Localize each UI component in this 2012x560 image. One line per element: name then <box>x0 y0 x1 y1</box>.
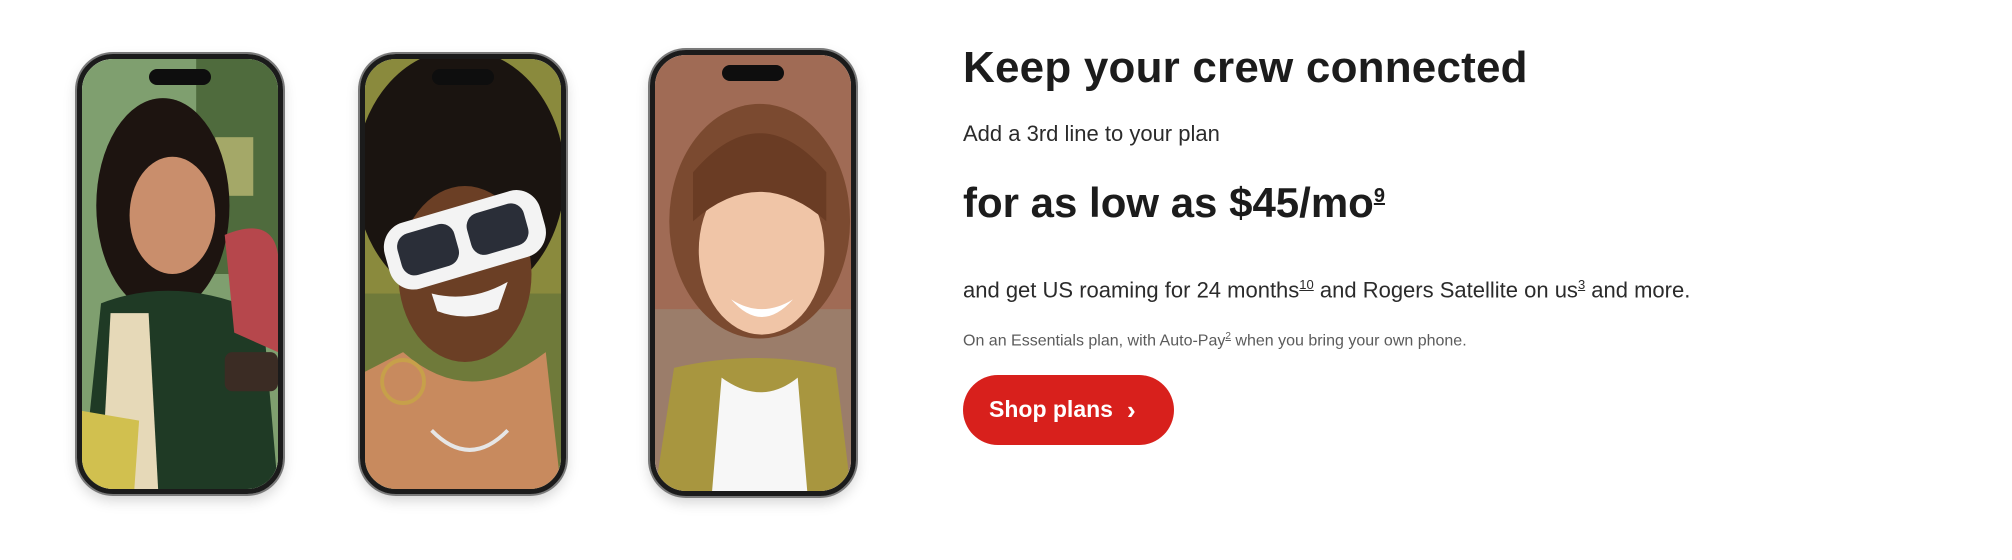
phone-photo-person-sunglasses <box>365 59 561 489</box>
details-part-2: and Rogers Satellite on us <box>1313 277 1578 303</box>
phone-photo-woman-jacket <box>82 59 278 489</box>
phone-notch <box>722 65 784 81</box>
details-part-3: and more. <box>1585 277 1691 303</box>
legal-part-2: when you bring your own phone. <box>1230 332 1467 350</box>
phone-image-3 <box>650 50 856 496</box>
chevron-right-icon: › <box>1126 394 1136 425</box>
promo-price: for as low as $45/mo9 <box>963 170 1963 229</box>
details-footnote-1[interactable]: 10 <box>1299 277 1313 292</box>
price-text: for as low as $45/mo <box>963 179 1374 226</box>
details-part-1: and get US roaming for 24 months <box>963 277 1300 303</box>
phone-image-2 <box>360 54 566 494</box>
phone-image-1 <box>77 54 283 494</box>
legal-part-1: On an Essentials plan, with Auto-Pay <box>963 332 1226 350</box>
phone-notch <box>149 69 211 85</box>
promo-subline: Add a 3rd line to your plan <box>963 121 1220 146</box>
price-footnote-link[interactable]: 9 <box>1374 185 1385 207</box>
promo-details: and get US roaming for 24 months10 and R… <box>963 271 1963 304</box>
phones-gallery <box>0 0 920 560</box>
phone-photo-woman-smiling <box>655 55 851 491</box>
promo-headline: Keep your crew connected <box>963 43 1528 92</box>
phone-notch <box>432 69 494 85</box>
promo-content: Keep your crew connected Add a 3rd line … <box>963 40 1963 445</box>
shop-plans-label: Shop plans <box>989 396 1113 423</box>
promo-legal: On an Essentials plan, with Auto-Pay2 wh… <box>963 326 1963 352</box>
shop-plans-button[interactable]: Shop plans › <box>963 374 1174 445</box>
